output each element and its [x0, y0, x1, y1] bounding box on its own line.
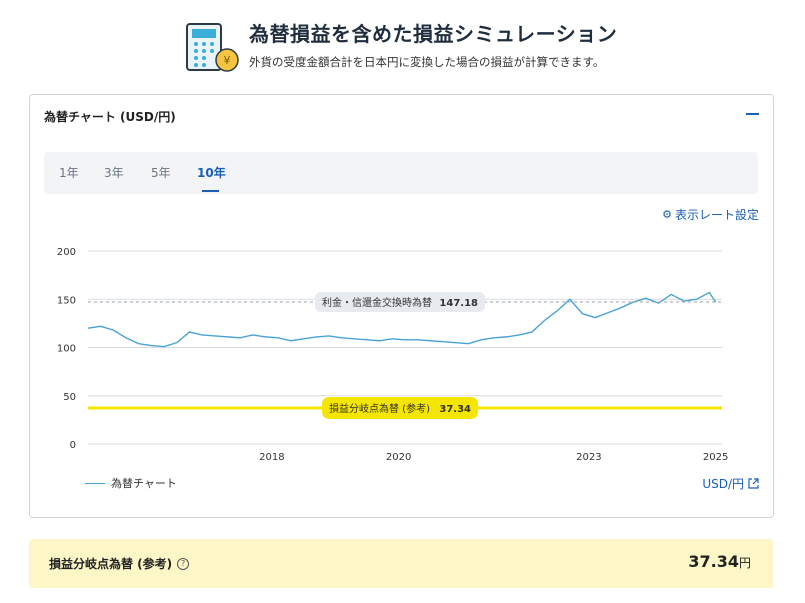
unit-label: USD/円	[702, 477, 744, 491]
legend-label: 為替チャート	[111, 477, 177, 490]
x-tick-label: 2025	[703, 452, 728, 463]
unit-link[interactable]: USD/円	[702, 475, 759, 492]
svg-text:¥: ¥	[224, 54, 231, 67]
exchange-rate-ref-value: 147.18	[439, 298, 478, 309]
breakeven-summary: 損益分岐点為替 (参考) ? 37.34円	[29, 539, 773, 588]
external-link-icon	[748, 478, 759, 489]
page-header: ¥ 為替損益を含めた損益シミュレーション 外貨の受度金額合計を日本円に変換した場…	[185, 16, 645, 72]
exchange-rate-ref-label: 利金・信還金交換時為替	[322, 296, 432, 309]
chart-legend: 為替チャート	[85, 475, 177, 491]
y-tick-label: 50	[63, 392, 76, 403]
y-tick-label: 200	[57, 247, 76, 258]
breakeven-label: 損益分岐点為替 (参考)	[49, 557, 173, 571]
breakeven-value: 37.34円	[688, 552, 751, 571]
calculator-yen-icon: ¥	[186, 23, 239, 72]
y-tick-label: 100	[57, 344, 76, 355]
help-icon[interactable]: ?	[177, 557, 190, 570]
fx-line-chart: 0 50 100 150 200 2018 2020 2023 2025 利金・信還金交換時為替 1…	[57, 247, 728, 463]
x-tick-label: 2023	[576, 452, 601, 463]
breakeven-ref-label: 損益分岐点為替 (参考)	[329, 402, 430, 415]
fx-chart-card: 為替チャート (USD/円) 1年 3年 5年 10年 ⚙ 表示レート設定 05…	[29, 94, 774, 518]
breakeven-unit: 円	[738, 556, 751, 570]
y-tick-label: 0	[70, 440, 76, 451]
x-tick-label: 2020	[386, 452, 411, 463]
x-tick-label: 2018	[259, 452, 284, 463]
page-subtitle: 外貨の受度金額合計を日本円に変換した場合の損益が計算できます。	[249, 55, 605, 69]
breakeven-number: 37.34	[688, 552, 739, 571]
legend-line-swatch	[85, 482, 105, 484]
y-tick-label: 150	[57, 295, 76, 306]
page-title: 為替損益を含めた損益シミュレーション	[249, 22, 618, 46]
breakeven-ref-value: 37.34	[439, 404, 471, 415]
breakeven-label-wrap: 損益分岐点為替 (参考) ?	[49, 555, 190, 572]
